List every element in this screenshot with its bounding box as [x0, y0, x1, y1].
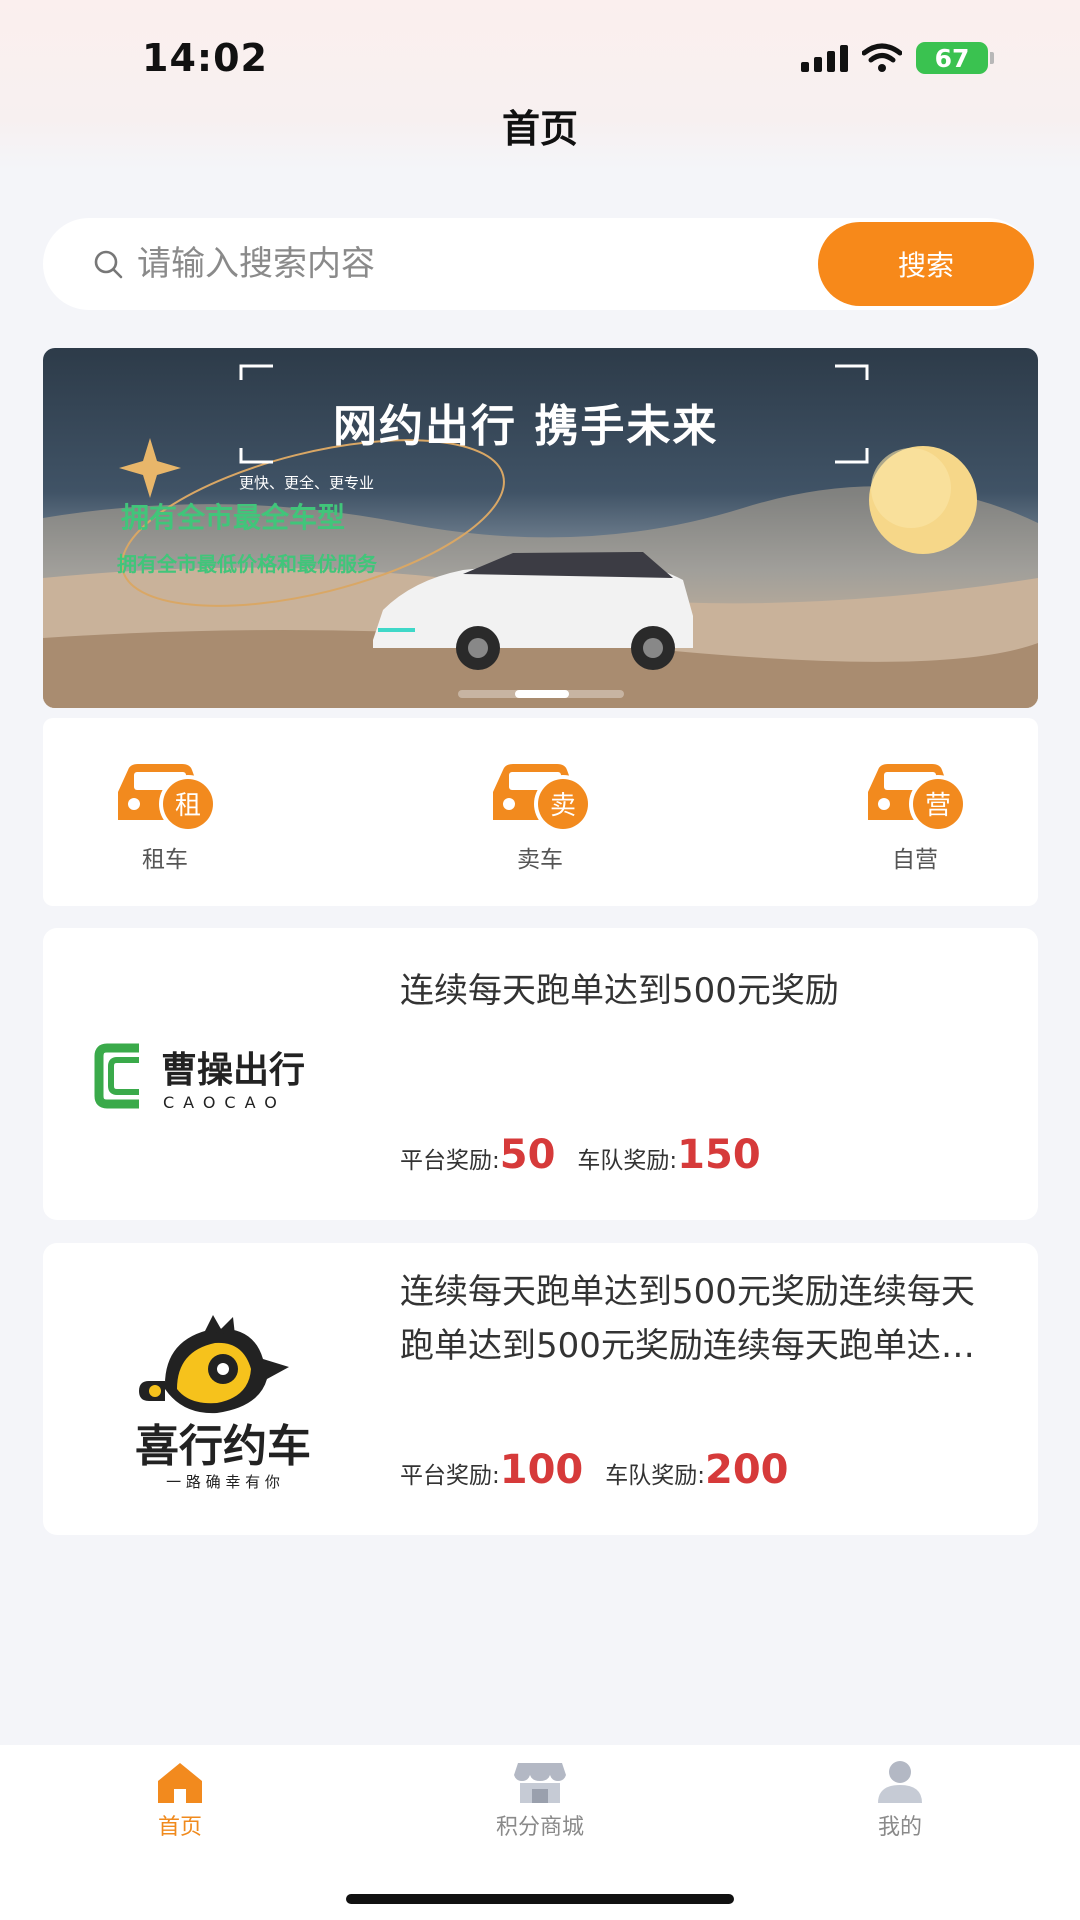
- search-button[interactable]: 搜索: [818, 222, 1034, 306]
- banner-title: 网约出行 携手未来: [333, 401, 719, 452]
- banner-tagline-2: 拥有全市最低价格和最优服务: [117, 552, 377, 576]
- xixing-brand-text: 喜行约车: [135, 1421, 311, 1472]
- reward-row: 平台奖励: 50 车队奖励: 150: [400, 1132, 783, 1178]
- tab-label: 积分商城: [495, 1815, 584, 1840]
- status-bar: 14:02 67: [0, 0, 1080, 110]
- tab-label: 我的: [877, 1815, 922, 1840]
- sell-car-icon: 卖: [493, 764, 592, 830]
- team-reward-value: 150: [677, 1132, 761, 1178]
- team-reward-label: 车队奖励:: [605, 1463, 705, 1489]
- search-input[interactable]: [137, 218, 737, 310]
- category-sell-car[interactable]: 卖 卖车: [480, 758, 600, 874]
- status-time: 14:02: [142, 36, 268, 80]
- platform-reward-label: 平台奖励:: [400, 1148, 500, 1174]
- offer-card-xixing[interactable]: 喜行约车 一 路 确 幸 有 你 连续每天跑单达到500元奖励连续每天跑单达到5…: [43, 1243, 1038, 1535]
- banner-subtitle: 更快、更全、更专业: [239, 474, 375, 492]
- tab-home[interactable]: 首页: [110, 1759, 250, 1841]
- chick-icon: [139, 1315, 289, 1414]
- offer-card-caocao[interactable]: 曹操出行 CAOCAO 连续每天跑单达到500元奖励 平台奖励: 50 车队奖励…: [43, 928, 1038, 1220]
- xixing-logo: 喜行约车 一 路 确 幸 有 你: [135, 1315, 311, 1489]
- platform-reward-label: 平台奖励:: [400, 1463, 500, 1489]
- team-reward-label: 车队奖励:: [577, 1148, 678, 1174]
- offer-description: 连续每天跑单达到500元奖励: [400, 971, 839, 1011]
- rent-car-icon: 租: [118, 764, 217, 830]
- self-operated-car-icon: 营: [868, 764, 967, 830]
- wifi-icon: [862, 43, 902, 72]
- store-icon: [514, 1763, 566, 1803]
- sell-badge: 卖: [550, 791, 576, 821]
- battery-level: 67: [934, 43, 970, 73]
- search-icon: [94, 250, 123, 279]
- home-indicator: [346, 1894, 734, 1904]
- tab-points-mall[interactable]: 积分商城: [470, 1759, 610, 1841]
- tab-label: 首页: [157, 1815, 202, 1840]
- caocao-brand-en: CAOCAO: [163, 1093, 286, 1112]
- search-bar: 搜索: [43, 218, 1034, 310]
- page-title: 首页: [501, 107, 578, 151]
- caocao-brand-text: 曹操出行: [161, 1050, 305, 1091]
- platform-reward-value: 100: [499, 1447, 584, 1493]
- reward-row: 平台奖励: 100 车队奖励: 200: [400, 1447, 811, 1493]
- team-reward-value: 200: [705, 1447, 789, 1493]
- caocao-logo: 曹操出行 CAOCAO: [94, 1043, 305, 1112]
- offer-description: 连续每天跑单达到500元奖励连续每天跑单达到500元奖励连续每天跑单达到500元…: [400, 1272, 975, 1366]
- promo-banner[interactable]: 网约出行 携手未来 更快、更全、更专业 拥有全市最全车型 拥有全市最低价格和最优…: [43, 348, 1038, 708]
- category-menu: 租 租车 卖 卖车 营 自营: [43, 718, 1038, 906]
- category-label: 租车: [142, 847, 188, 873]
- carousel-dot-active: [515, 690, 569, 698]
- self-operated-badge: 营: [925, 791, 951, 821]
- rent-badge: 租: [175, 791, 201, 821]
- battery-icon: 67: [916, 42, 994, 74]
- carousel-indicator: [458, 690, 624, 698]
- header-area: 14:02 67 首页: [0, 0, 1080, 170]
- category-label: 卖车: [517, 847, 563, 873]
- xixing-slogan: 一 路 确 幸 有 你: [166, 1473, 280, 1489]
- category-self-operated[interactable]: 营 自营: [855, 758, 975, 874]
- category-rent-car[interactable]: 租 租车: [105, 758, 225, 874]
- cellular-signal-icon: [801, 44, 848, 72]
- user-icon: [878, 1761, 922, 1803]
- banner-tagline-1: 拥有全市最全车型: [121, 501, 346, 534]
- status-icons: 67: [801, 42, 994, 74]
- home-icon: [158, 1763, 202, 1803]
- platform-reward-value: 50: [499, 1132, 556, 1178]
- tab-profile[interactable]: 我的: [830, 1759, 970, 1841]
- category-label: 自营: [892, 847, 938, 873]
